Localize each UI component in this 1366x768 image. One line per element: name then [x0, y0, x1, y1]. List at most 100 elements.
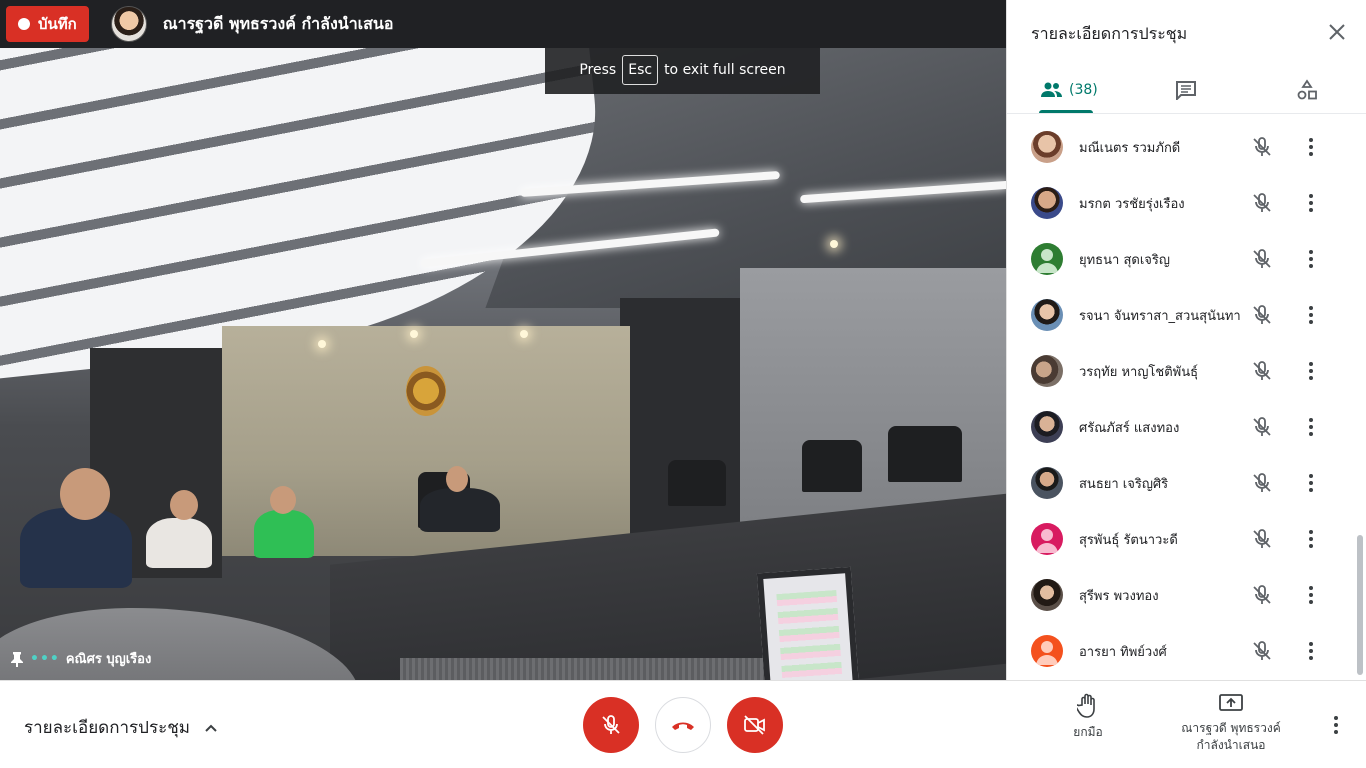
spotlight	[410, 330, 418, 338]
more-options-icon[interactable]	[1303, 135, 1319, 159]
presentation-video	[0, 48, 1006, 680]
participant-item[interactable]: ยุทธนา สุดเจริญ	[1007, 231, 1357, 287]
more-options-icon[interactable]	[1303, 527, 1319, 551]
recording-indicator[interactable]: บันทึก	[6, 6, 89, 42]
more-options-icon[interactable]	[1303, 471, 1319, 495]
more-options-icon[interactable]	[1303, 359, 1319, 383]
presenting-button[interactable]: ณารฐวดี พุทธรวงค์ กำลังนำเสนอ	[1176, 693, 1286, 754]
participant-item[interactable]: มณีเนตร รวมภักดี	[1007, 119, 1357, 175]
participant-name: สุรพันธุ์ รัตนาวะดี	[1079, 532, 1178, 548]
default-avatar-icon	[1036, 529, 1058, 553]
monitor	[756, 566, 862, 680]
chair	[888, 426, 962, 482]
tab-chat[interactable]	[1175, 74, 1197, 106]
mic-off-icon	[1253, 473, 1271, 492]
mic-off-icon	[1253, 585, 1271, 604]
more-options-icon[interactable]	[1303, 639, 1319, 663]
participant-name: มรกต วรชัยรุ่งเรือง	[1079, 196, 1185, 212]
fullscreen-hint: Press Esc to exit full screen	[545, 46, 820, 94]
participant-name: ศรัณภัสร์ แสงทอง	[1079, 420, 1180, 436]
tab-activities[interactable]	[1296, 74, 1318, 106]
person	[254, 510, 314, 558]
mic-off-icon	[1253, 193, 1271, 212]
meeting-details-panel: รายละเอียดการประชุม (38) มณีเนตร รวมภักด…	[1006, 0, 1366, 680]
record-dot-icon	[18, 18, 30, 30]
chair	[802, 440, 862, 492]
avatar	[1031, 523, 1063, 555]
more-options-icon[interactable]	[1303, 303, 1319, 327]
participant-item[interactable]: มรกต วรชัยรุ่งเรือง	[1007, 175, 1357, 231]
avatar	[1031, 467, 1063, 499]
mic-toggle-button[interactable]	[583, 697, 639, 753]
pin-icon[interactable]	[10, 651, 24, 667]
participant-name: สุรีพร พวงทอง	[1079, 588, 1159, 604]
presenter-avatar	[110, 6, 147, 42]
person	[20, 508, 132, 588]
participant-list: มณีเนตร รวมภักดี มรกต วรชัยรุ่งเรือง ยุท…	[1007, 119, 1357, 679]
panel-title: รายละเอียดการประชุม	[1031, 24, 1188, 43]
participant-item[interactable]: ศรัณภัสร์ แสงทอง	[1007, 399, 1357, 455]
avatar	[1031, 131, 1063, 163]
more-options-icon[interactable]	[1303, 415, 1319, 439]
mic-off-icon	[1253, 249, 1271, 268]
more-options-icon[interactable]	[1303, 583, 1319, 607]
panel-tabs: (38)	[1007, 66, 1366, 114]
person	[146, 518, 212, 568]
participant-name: มณีเนตร รวมภักดี	[1079, 140, 1181, 156]
top-bar: บันทึก ณารฐวดี พุทธรวงค์ กำลังนำเสนอ	[0, 0, 1006, 48]
desk	[0, 608, 360, 680]
leave-call-button[interactable]	[655, 697, 711, 753]
carpet	[400, 658, 820, 680]
participant-list-scrollbar[interactable]	[1357, 535, 1363, 675]
person-head	[446, 466, 468, 492]
raise-hand-button[interactable]: ยกมือ	[1064, 693, 1112, 741]
meeting-details-button[interactable]: รายละเอียดการประชุม	[24, 714, 218, 741]
raise-hand-label: ยกมือ	[1073, 725, 1103, 739]
participant-item[interactable]: สุรีพร พวงทอง	[1007, 567, 1357, 623]
person-head	[170, 490, 198, 520]
spotlight	[318, 340, 326, 348]
spotlight	[520, 330, 528, 338]
person-head	[270, 486, 296, 514]
emblem	[406, 366, 446, 416]
participant-name: ยุทธนา สุดเจริญ	[1079, 252, 1170, 268]
shapes-icon	[1297, 79, 1317, 100]
camera-toggle-button[interactable]	[727, 697, 783, 753]
participant-item[interactable]: สุรพันธุ์ รัตนาวะดี	[1007, 511, 1357, 567]
more-options-icon[interactable]	[1303, 191, 1319, 215]
tile-participant-name: คณิศร บุญเรือง	[65, 652, 152, 667]
presenting-line1: ณารฐวดี พุทธรวงค์	[1181, 721, 1281, 735]
mic-off-icon	[1253, 417, 1271, 436]
default-avatar-icon	[1036, 249, 1058, 273]
tab-people[interactable]: (38)	[1041, 74, 1098, 106]
active-tab-indicator	[1039, 110, 1093, 113]
more-options-icon[interactable]	[1303, 247, 1319, 271]
avatar	[1031, 243, 1063, 275]
mic-off-icon	[1253, 641, 1271, 660]
avatar	[1031, 355, 1063, 387]
chair	[668, 460, 726, 506]
hang-up-icon	[672, 722, 694, 730]
bottom-bar: รายละเอียดการประชุม ยกมือ ณารฐวดี พุทธรว…	[0, 680, 1366, 768]
close-icon[interactable]	[1325, 20, 1349, 44]
participant-item[interactable]: วรฤทัย หาญโชติพันธุ์	[1007, 343, 1357, 399]
mic-off-icon	[1253, 361, 1271, 380]
person-head	[60, 468, 110, 520]
person	[420, 488, 500, 532]
avatar	[1031, 299, 1063, 331]
chevron-up-icon	[205, 724, 217, 732]
mic-off-icon	[1253, 137, 1271, 156]
participant-item[interactable]: สนธยา เจริญศิริ	[1007, 455, 1357, 511]
present-screen-icon	[1219, 694, 1243, 711]
esc-key: Esc	[622, 55, 659, 85]
spotlight	[830, 240, 838, 248]
participant-item[interactable]: รจนา จันทราสา_สวนสุนันทา	[1007, 287, 1357, 343]
audio-level-icon: •••	[30, 650, 60, 667]
participant-item[interactable]: อารยา ทิพย์วงศ์	[1007, 623, 1357, 679]
more-options-icon[interactable]	[1328, 713, 1344, 737]
chat-icon	[1176, 81, 1196, 100]
avatar	[1031, 411, 1063, 443]
meeting-details-label: รายละเอียดการประชุม	[24, 718, 190, 738]
participant-name: อารยา ทิพย์วงศ์	[1079, 644, 1167, 660]
tile-label: ••• คณิศร บุญเรือง	[10, 648, 151, 669]
